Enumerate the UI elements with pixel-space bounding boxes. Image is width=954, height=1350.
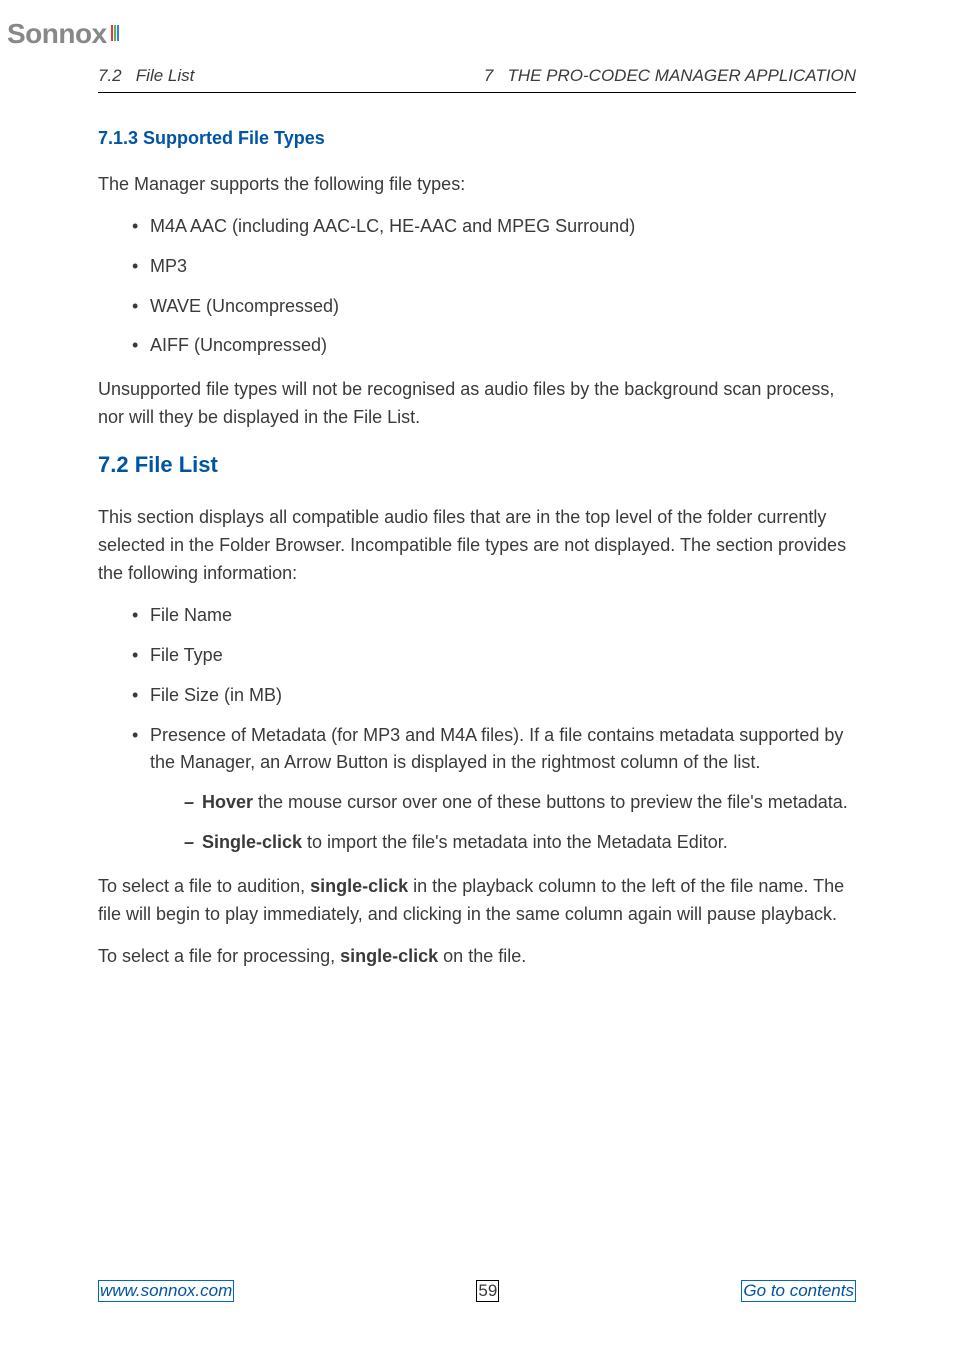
list-file-info: File Name File Type File Size (in MB) Pr… [98, 602, 856, 857]
heading-7-2: 7.2 File List [98, 448, 856, 482]
running-header: 7.2 File List 7 THE PRO-CODEC MANAGER AP… [98, 66, 856, 86]
brand-logo: Sonnox [7, 16, 119, 50]
brand-text: Sonnox [7, 18, 107, 49]
p-audition: To select a file to audition, single-cli… [98, 873, 856, 929]
hover-bold: Hover [202, 792, 253, 812]
p-supported-intro: The Manager supports the following file … [98, 171, 856, 199]
single-click-bold: Single-click [202, 832, 302, 852]
footer-url-link[interactable]: www.sonnox.com [98, 1280, 234, 1302]
list-item: File Name [132, 602, 856, 630]
list-item-text: Presence of Metadata (for MP3 and M4A fi… [150, 725, 843, 773]
list-item: File Type [132, 642, 856, 670]
single-click-rest: to import the file's metadata into the M… [302, 832, 728, 852]
footer-page-number: 59 [476, 1280, 499, 1302]
p-filelist-intro: This section displays all compatible aud… [98, 504, 856, 588]
header-right: 7 THE PRO-CODEC MANAGER APPLICATION [484, 66, 856, 86]
list-item: AIFF (Uncompressed) [132, 332, 856, 360]
heading-7-1-3: 7.1.3 Supported File Types [98, 125, 856, 153]
list-item: M4A AAC (including AAC-LC, HE-AAC and MP… [132, 213, 856, 241]
running-footer: www.sonnox.com 59 Go to contents [98, 1280, 856, 1302]
list-item: Presence of Metadata (for MP3 and M4A fi… [132, 722, 856, 858]
list-item: File Size (in MB) [132, 682, 856, 710]
p-supported-outro: Unsupported file types will not be recog… [98, 376, 856, 432]
p-process: To select a file for processing, single-… [98, 943, 856, 971]
list-metadata-actions: Hover the mouse cursor over one of these… [150, 789, 856, 857]
header-left: 7.2 File List [98, 66, 194, 86]
brand-bars-icon [110, 16, 119, 48]
header-rule [98, 92, 856, 93]
list-item: Single-click to import the file's metada… [184, 829, 856, 857]
list-item: Hover the mouse cursor over one of these… [184, 789, 856, 817]
footer-contents-link[interactable]: Go to contents [741, 1280, 856, 1302]
hover-rest: the mouse cursor over one of these butto… [253, 792, 848, 812]
list-supported-types: M4A AAC (including AAC-LC, HE-AAC and MP… [98, 213, 856, 361]
list-item: WAVE (Uncompressed) [132, 293, 856, 321]
list-item: MP3 [132, 253, 856, 281]
body-content: 7.1.3 Supported File Types The Manager s… [98, 125, 856, 985]
